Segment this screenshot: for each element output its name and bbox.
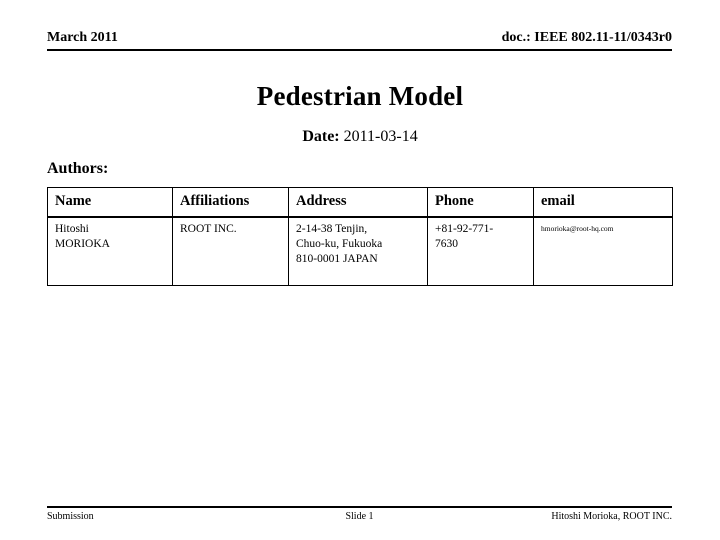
cell-name: Hitoshi MORIOKA	[47, 216, 173, 286]
affiliation-line-1: ROOT INC.	[180, 223, 237, 235]
table-header-row: Name Affiliations Address Phone email	[47, 187, 673, 218]
address-line-2: Chuo-ku, Fukuoka	[296, 238, 383, 250]
date-value: 2011-03-14	[343, 128, 418, 145]
address-line-1: 2-14-38 Tenjin,	[296, 223, 368, 235]
table-row: Hitoshi MORIOKA ROOT INC. 2-14-38 Tenjin…	[47, 216, 673, 286]
email-line-1: hmorioka@root-hq.com	[541, 224, 614, 233]
name-line-2: MORIOKA	[55, 238, 110, 250]
column-header-affiliations: Affiliations	[172, 187, 289, 218]
slide: March 2011 doc.: IEEE 802.11-11/0343r0 P…	[0, 0, 720, 540]
cell-email: hmorioka@root-hq.com	[533, 216, 673, 286]
cell-affiliation: ROOT INC.	[172, 216, 289, 286]
header-document-id: doc.: IEEE 802.11-11/0343r0	[501, 30, 672, 45]
phone-line-2: 7630	[435, 238, 458, 250]
footer-divider	[47, 506, 672, 508]
cell-phone: +81-92-771- 7630	[427, 216, 534, 286]
column-header-phone: Phone	[427, 187, 534, 218]
slide-footer: Submission Slide 1 Hitoshi Morioka, ROOT…	[47, 510, 672, 526]
page-date: Date: 2011-03-14	[0, 127, 720, 147]
slide-header: March 2011 doc.: IEEE 802.11-11/0343r0	[47, 29, 672, 51]
footer-author: Hitoshi Morioka, ROOT INC.	[551, 511, 672, 522]
header-row: March 2011 doc.: IEEE 802.11-11/0343r0	[47, 29, 672, 46]
authors-label: Authors:	[47, 160, 109, 177]
authors-table: Name Affiliations Address Phone email Hi…	[47, 187, 673, 286]
column-header-name: Name	[47, 187, 173, 218]
date-label: Date:	[302, 128, 340, 145]
phone-line-1: +81-92-771-	[435, 223, 494, 235]
page-title: Pedestrian Model	[256, 81, 464, 111]
name-line-1: Hitoshi	[55, 223, 89, 235]
cell-address: 2-14-38 Tenjin, Chuo-ku, Fukuoka 810-000…	[288, 216, 428, 286]
address-line-3: 810-0001 JAPAN	[296, 253, 378, 265]
header-date: March 2011	[47, 30, 118, 45]
header-divider	[47, 49, 672, 51]
column-header-address: Address	[288, 187, 428, 218]
column-header-email: email	[533, 187, 673, 218]
